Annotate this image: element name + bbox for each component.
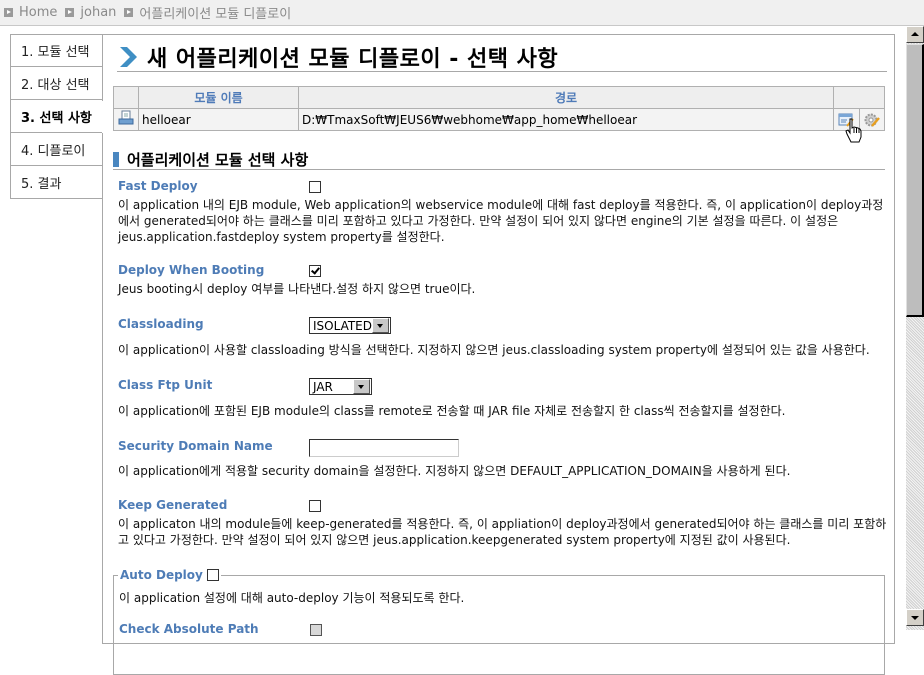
select-value: JAR: [313, 379, 333, 394]
option-description: Jeus booting시 deploy 여부를 나타낸다.설정 하지 않으면 …: [118, 282, 476, 296]
auto-deploy-legend: Auto Deploy: [118, 568, 221, 582]
classloading-select[interactable]: ISOLATED: [309, 317, 391, 334]
module-icon-cell: [113, 108, 139, 131]
settings-edit-icon: [864, 113, 880, 127]
select-value: ISOLATED: [313, 318, 372, 333]
security-domain-name-input[interactable]: [309, 439, 459, 457]
option-label: Check Absolute Path: [119, 622, 259, 636]
option-description: 이 application 설정에 대해 auto-deploy 기능이 적용되…: [119, 591, 465, 605]
active-tab-joint: [102, 101, 104, 133]
chevron-right-icon: [120, 47, 137, 67]
hand-cursor-icon: [845, 118, 862, 143]
step-label: 3. 선택 사항: [21, 110, 92, 126]
breadcrumb-arrow-icon: [4, 8, 13, 17]
header-actions: [833, 86, 885, 109]
step-options[interactable]: 3. 선택 사항: [10, 100, 104, 133]
option-description: 이 application 내의 EJB module, Web applica…: [118, 198, 884, 244]
option-label: Deploy When Booting: [118, 263, 265, 277]
table-header-row: 모듈 이름 경로: [113, 86, 885, 109]
option-description: 이 application에게 적용할 security domain을 설정한…: [118, 464, 791, 478]
scroll-thumb[interactable]: [906, 44, 924, 317]
scroll-up-button[interactable]: [906, 26, 924, 43]
option-label: Classloading: [118, 317, 204, 331]
page-title: 새 어플리케이션 모듈 디플로이 - 선택 사항: [117, 43, 887, 72]
option-label: Class Ftp Unit: [118, 378, 213, 392]
step-deploy[interactable]: 4. 디플로이: [10, 133, 103, 166]
module-path-cell: D:₩TmaxSoft₩JEUS6₩webhome₩app_home₩hello…: [298, 108, 834, 131]
step-label: 2. 대상 선택: [21, 77, 90, 93]
class-ftp-unit-select[interactable]: JAR: [309, 378, 372, 395]
check-absolute-path-checkbox[interactable]: [310, 624, 322, 636]
step-target-select[interactable]: 2. 대상 선택: [10, 67, 103, 100]
header-icon-col: [113, 86, 139, 109]
breadcrumb-arrow-icon: [65, 8, 75, 17]
step-label: 5. 결과: [21, 176, 62, 192]
table-row: helloear D:₩TmaxSoft₩JEUS6₩webhome₩app_h…: [113, 108, 885, 131]
vertical-scrollbar[interactable]: [906, 26, 924, 630]
deploy-when-booting-checkbox[interactable]: [309, 265, 321, 277]
breadcrumb-home[interactable]: Home: [4, 5, 57, 20]
keep-generated-checkbox[interactable]: [309, 500, 321, 512]
option-description: 이 applicaton 내의 module들에 keep-generated를…: [118, 517, 887, 547]
ear-module-icon: [118, 110, 134, 125]
auto-deploy-fieldset: Auto Deploy 이 application 설정에 대해 auto-de…: [113, 568, 885, 675]
step-label: 4. 디플로이: [21, 143, 86, 159]
breadcrumb-label: 어플리케이션 모듈 디플로이: [139, 7, 292, 22]
breadcrumb-server[interactable]: johan: [65, 5, 116, 20]
step-label: 1. 모듈 선택: [21, 45, 90, 60]
header-module-name: 모듈 이름: [138, 86, 299, 109]
option-description: 이 application에 포함된 EJB module의 class를 re…: [118, 404, 786, 418]
breadcrumb-label[interactable]: Home: [19, 5, 57, 20]
scroll-down-button[interactable]: [906, 609, 924, 626]
breadcrumb-arrow-icon: [124, 8, 134, 17]
chevron-down-icon[interactable]: [353, 379, 370, 394]
option-label: Fast Deploy: [118, 179, 198, 193]
step-navigation: 1. 모듈 선택 2. 대상 선택 3. 선택 사항 4. 디플로이 5. 결과: [10, 34, 104, 199]
section-title: 어플리케이션 모듈 선택 사항: [127, 150, 309, 169]
page-title-text: 새 어플리케이션 모듈 디플로이 - 선택 사항: [147, 47, 559, 72]
option-label: Security Domain Name: [118, 439, 273, 453]
main-panel: 새 어플리케이션 모듈 디플로이 - 선택 사항 모듈 이름 경로 helloe…: [102, 34, 895, 675]
step-module-select[interactable]: 1. 모듈 선택: [10, 34, 103, 67]
section-marker-icon: [113, 151, 119, 167]
header-path: 경로: [298, 86, 834, 109]
breadcrumb-label[interactable]: johan: [80, 5, 116, 20]
option-label: Keep Generated: [118, 498, 228, 512]
module-name-cell: helloear: [138, 108, 299, 131]
chevron-down-icon[interactable]: [372, 318, 389, 333]
breadcrumb: Home johan 어플리케이션 모듈 디플로이: [0, 0, 924, 26]
auto-deploy-checkbox[interactable]: [206, 569, 219, 581]
fast-deploy-checkbox[interactable]: [309, 181, 321, 193]
option-description: 이 application이 사용할 classloading 방식을 선택한다…: [118, 343, 870, 357]
step-result[interactable]: 5. 결과: [10, 166, 103, 199]
section-heading: 어플리케이션 모듈 선택 사항: [113, 149, 885, 170]
breadcrumb-current: 어플리케이션 모듈 디플로이: [124, 3, 291, 22]
module-table: 모듈 이름 경로 helloear D:₩TmaxSoft₩JEUS6₩webh…: [113, 86, 885, 131]
option-label: Auto Deploy: [120, 568, 203, 582]
